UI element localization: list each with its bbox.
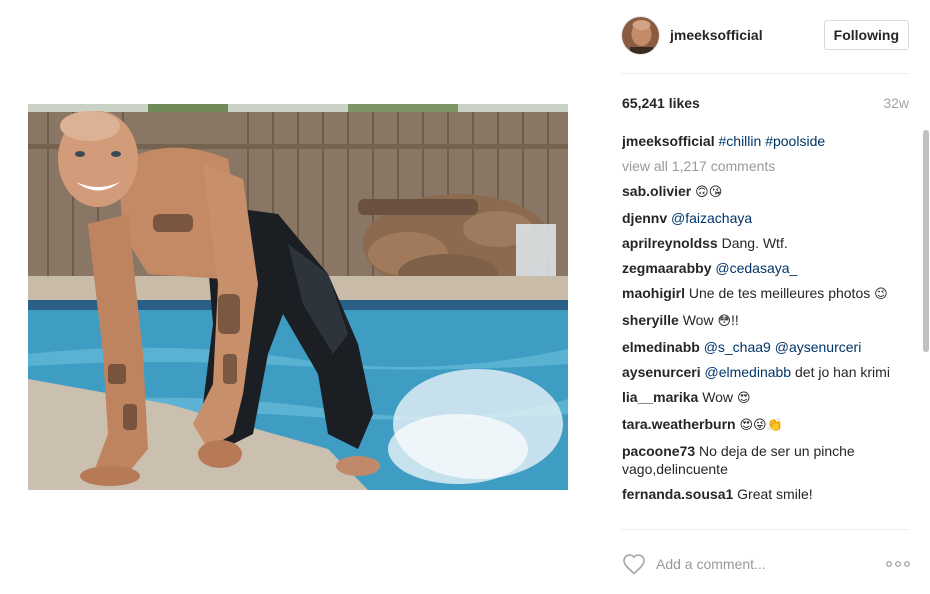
comment-text: Great smile! (737, 486, 813, 502)
comment-row: maohigirl Une de tes meilleures photos 😉 (622, 284, 908, 304)
comment-row: pacoone73 No deja de ser un pinche vago,… (622, 442, 908, 478)
comment-username[interactable]: aysenurceri (622, 364, 701, 380)
poolside-photo (28, 104, 568, 490)
caption-username[interactable]: jmeeksofficial (622, 133, 715, 149)
mention-link[interactable]: @cedasaya_ (715, 260, 797, 276)
comment-row: sheryille Wow 😳!! (622, 311, 908, 331)
emoji-text: 😍😜👏 (739, 418, 783, 433)
mention-link[interactable]: @elmedinabb (705, 364, 792, 380)
add-comment-input[interactable] (656, 554, 856, 574)
comment-row: lia__marika Wow 😍 (622, 388, 908, 408)
post-header: jmeeksofficial Following (621, 16, 909, 56)
comment-text: det jo han krimi (791, 364, 890, 380)
likes-count[interactable]: 65,241 likes (622, 95, 700, 111)
comment-username[interactable]: lia__marika (622, 389, 698, 405)
comment-username[interactable]: maohigirl (622, 285, 685, 301)
comment-username[interactable]: fernanda.sousa1 (622, 486, 733, 502)
comments-list[interactable]: jmeeksofficial #chillin #poolside view a… (622, 132, 908, 528)
avatar[interactable] (621, 16, 660, 55)
comment-row: djennv @faizachaya (622, 209, 908, 227)
heart-icon[interactable] (622, 553, 646, 575)
comment-row: fernanda.sousa1 Great smile! (622, 485, 908, 503)
hashtag-link[interactable]: #chillin (719, 133, 762, 149)
mention-link[interactable]: @s_chaa9 (704, 339, 771, 355)
comment-row: aysenurceri @elmedinabb det jo han krimi (622, 363, 908, 381)
comment-container: sab.olivier 🙃😘 djennv @faizachaya aprilrey… (622, 182, 908, 503)
comment-username[interactable]: djennv (622, 210, 667, 226)
caption: jmeeksofficial #chillin #poolside (622, 132, 908, 150)
comment-text: Dang. Wtf. (721, 235, 788, 251)
comment-username[interactable]: zegmaarabby (622, 260, 711, 276)
following-button[interactable]: Following (823, 20, 909, 50)
comment-username[interactable]: pacoone73 (622, 443, 695, 459)
comment-username[interactable]: tara.weatherburn (622, 416, 736, 432)
comment-row: tara.weatherburn 😍😜👏 (622, 415, 908, 435)
comment-text: Une de tes meilleures photos (688, 285, 875, 301)
comment-row: aprilreynoldss Dang. Wtf. (622, 234, 908, 252)
emoji-text: 🙃😘 (695, 185, 723, 200)
post-username[interactable]: jmeeksofficial (670, 27, 763, 43)
mention-link[interactable]: @aysenurceri (775, 339, 862, 355)
emoji-text: 😳 (717, 314, 732, 329)
avatar-image (622, 17, 659, 54)
comment-username[interactable]: sab.olivier (622, 183, 691, 199)
comment-text: !! (731, 312, 739, 328)
comment-row: zegmaarabby @cedasaya_ (622, 259, 908, 277)
divider (621, 529, 909, 530)
comment-text: Wow (702, 389, 737, 405)
post-time[interactable]: 32w (883, 95, 909, 111)
hashtag-link[interactable]: #poolside (765, 133, 825, 149)
emoji-text: 😉 (874, 287, 888, 302)
comment-row: sab.olivier 🙃😘 (622, 182, 908, 202)
post-side-panel: jmeeksofficial Following 65,241 likes 32… (604, 0, 930, 594)
comment-row: elmedinabb @s_chaa9 @aysenurceri (622, 338, 908, 356)
view-all-comments-link[interactable]: view all 1,217 comments (622, 157, 908, 175)
emoji-text: 😍 (736, 391, 751, 406)
comment-text: Wow (682, 312, 718, 328)
comment-username[interactable]: elmedinabb (622, 339, 700, 355)
comment-username[interactable]: sheryille (622, 312, 679, 328)
mention-link[interactable]: @faizachaya (671, 210, 752, 226)
post-photo[interactable] (28, 104, 568, 490)
scrollbar-thumb[interactable] (923, 130, 929, 352)
comment-username[interactable]: aprilreynoldss (622, 235, 718, 251)
divider (621, 73, 909, 74)
more-options-icon[interactable] (885, 557, 911, 571)
